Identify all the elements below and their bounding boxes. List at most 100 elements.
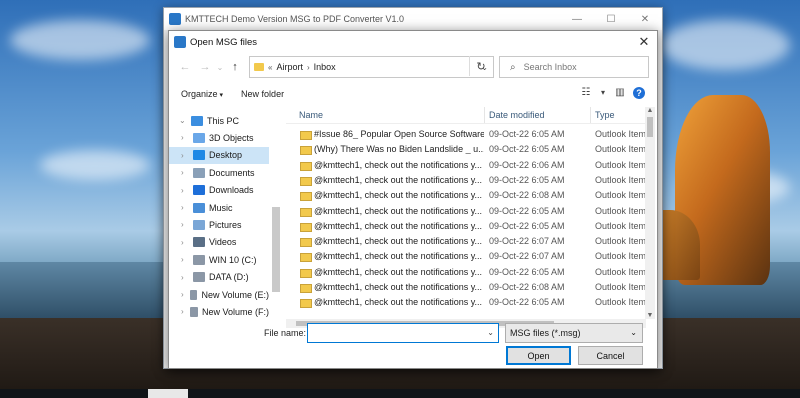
nav-item[interactable]: › Downloads [169,182,269,199]
nav-item[interactable]: › 3D Objects [169,129,269,146]
back-button[interactable]: ← [175,61,195,73]
chevron-right-icon[interactable]: › [181,203,191,212]
file-list-vertical-scrollbar[interactable]: ▲ ▼ [645,107,655,319]
view-options-caret[interactable]: ▾ [599,86,607,100]
file-date: 09-Oct-22 6:05 AM [489,129,565,139]
file-row[interactable]: @kmttech1, check out the notifications y… [286,173,646,188]
video-icon [193,237,205,248]
cloud [10,20,150,60]
app-titlebar: KMTTECH Demo Version MSG to PDF Converte… [164,8,662,30]
file-row[interactable]: @kmttech1, check out the notifications y… [286,234,646,249]
nav-item-label: Pictures [209,219,242,230]
file-type: Outlook Item [595,159,647,170]
nav-item[interactable]: › Desktop [169,146,269,164]
pictures-icon [193,219,205,230]
recent-locations-button[interactable]: ⌄ [215,63,225,72]
chevron-right-icon[interactable]: › [181,220,191,229]
nav-item-label: Desktop [209,150,243,161]
up-button[interactable]: ↑ [225,61,245,73]
file-name: @kmttech1, check out the notifications y… [314,266,483,277]
chevron-down-icon[interactable]: ⌄ [487,328,494,337]
file-name-input[interactable]: ⌄ [307,323,499,343]
dialog-close-button[interactable]: ✕ [631,34,657,50]
preview-pane-icon[interactable]: ▥ [613,86,627,100]
address-bar[interactable]: « Airport › Inbox ⌄ [249,56,494,78]
email-icon [300,207,312,217]
nav-item[interactable]: › New Volume (E:) [169,286,269,303]
new-folder-button[interactable]: New folder [241,89,284,99]
column-divider[interactable] [590,107,591,123]
file-row[interactable]: @kmttech1, check out the notifications y… [286,219,646,234]
file-row[interactable]: @kmttech1, check out the notifications y… [286,265,646,280]
nav-item[interactable]: › Pictures [169,216,269,233]
scroll-up-arrow-icon[interactable]: ▲ [646,107,654,114]
dialog-title: Open MSG files [190,36,258,48]
minimize-button[interactable]: — [560,8,594,30]
file-row[interactable]: #Issue 86_ Popular Open Source Software.… [286,127,646,142]
column-name[interactable]: Name [299,110,323,120]
chevron-right-icon[interactable]: › [181,238,191,247]
file-row[interactable]: @kmttech1, check out the notifications y… [286,280,646,295]
help-icon[interactable]: ? [633,87,645,99]
dialog-titlebar: Open MSG files ✕ [169,31,657,53]
chevron-right-icon[interactable]: › [181,307,188,316]
chevron-right-icon[interactable]: › [181,290,188,299]
file-type-select[interactable]: MSG files (*.msg) ⌄ [505,323,643,343]
nav-item-label: Documents [209,167,255,178]
scroll-down-arrow-icon[interactable]: ▼ [646,312,654,319]
file-row[interactable]: @kmttech1, check out the notifications y… [286,188,646,203]
breadcrumb-separator[interactable]: › [307,63,310,72]
nav-item[interactable]: › WIN 10 (C:) [169,251,269,268]
file-name: @kmttech1, check out the notifications y… [314,190,483,201]
nav-item[interactable]: › Documents [169,164,269,181]
search-icon: ⌕ [510,61,516,73]
document-icon [193,167,205,178]
nav-scrollbar[interactable] [272,207,280,292]
scrollbar-thumb[interactable] [647,117,653,137]
sort-indicator: ^ [386,107,390,112]
email-icon [300,192,312,202]
file-row[interactable]: @kmttech1, check out the notifications y… [286,204,646,219]
breadcrumb-inbox[interactable]: Inbox [314,62,336,72]
chevron-down-icon[interactable]: ⌄ [179,116,189,125]
maximize-button[interactable]: ☐ [594,8,628,30]
column-date-modified[interactable]: Date modified [489,110,545,120]
email-icon [300,222,312,232]
chevron-right-icon[interactable]: › [181,133,191,142]
nav-item[interactable]: › New Volume (F:) [169,303,269,320]
search-input[interactable]: ⌕ Search Inbox [499,56,649,78]
breadcrumb-overflow[interactable]: « [268,63,272,72]
breadcrumb-airport[interactable]: Airport [276,62,303,72]
cancel-button[interactable]: Cancel [578,346,643,365]
file-row[interactable]: (Why) There Was no Biden Landslide _ u..… [286,142,646,157]
pc-icon [191,115,203,126]
nav-item-label: New Volume (F:) [201,306,269,317]
chevron-right-icon[interactable]: › [181,151,191,160]
nav-item-label: 3D Objects [209,132,254,143]
file-name: @kmttech1, check out the notifications y… [314,174,483,185]
nav-item[interactable]: ⌄ This PC [169,112,269,129]
close-button[interactable]: ✕ [628,8,662,30]
refresh-button[interactable]: ↻ [469,56,492,76]
open-button[interactable]: Open [506,346,571,365]
forward-button[interactable]: → [195,61,215,73]
chevron-right-icon[interactable]: › [181,273,191,282]
view-options-icon[interactable]: ☷ [579,86,593,100]
command-bar: Organize ▾ New folder ☷ ▾ ▥ ? [169,83,655,105]
app-title: KMTTECH Demo Version MSG to PDF Converte… [185,14,405,24]
nav-item[interactable]: › Videos [169,234,269,251]
chevron-right-icon[interactable]: › [181,255,191,264]
file-date: 09-Oct-22 6:08 AM [489,282,565,292]
column-type[interactable]: Type [595,110,615,120]
chevron-right-icon[interactable]: › [181,186,191,195]
column-divider[interactable] [484,107,485,123]
nav-item[interactable]: › DATA (D:) [169,269,269,286]
file-row[interactable]: @kmttech1, check out the notifications y… [286,158,646,173]
taskbar-button[interactable] [148,389,188,398]
chevron-right-icon[interactable]: › [181,168,191,177]
file-row[interactable]: @kmttech1, check out the notifications y… [286,295,646,310]
nav-item[interactable]: › Music [169,199,269,216]
chevron-down-icon: ⌄ [630,328,637,337]
file-row[interactable]: @kmttech1, check out the notifications y… [286,249,646,264]
organize-menu[interactable]: Organize ▾ [181,89,223,99]
